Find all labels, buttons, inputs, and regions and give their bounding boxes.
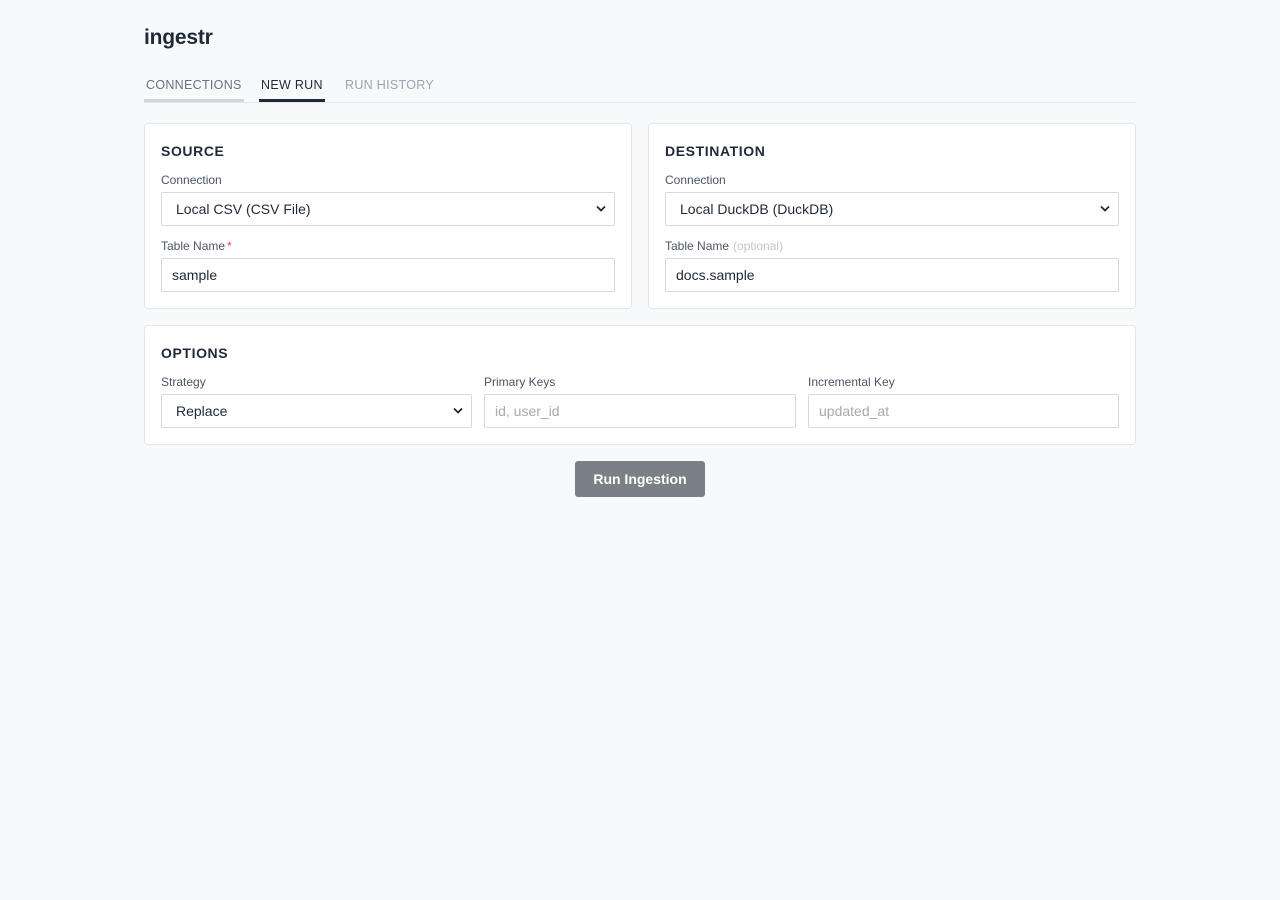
source-table-input[interactable]: sample [161,258,615,292]
tab-run-history[interactable]: RUN HISTORY [343,74,436,102]
source-connection-select[interactable]: Local CSV (CSV File) [161,192,615,226]
source-connection-label: Connection [161,173,222,187]
primary-keys-input[interactable]: id, user_id [484,394,796,428]
optional-hint: (optional) [733,239,784,253]
destination-connection-value: Local DuckDB (DuckDB) [680,201,834,217]
options-title: OPTIONS [161,345,229,361]
source-card: SOURCE Connection Local CSV (CSV File) T… [144,123,632,309]
incremental-key-label: Incremental Key [808,375,895,389]
destination-table-input[interactable]: docs.sample [665,258,1119,292]
source-title: SOURCE [161,143,225,159]
options-card: OPTIONS Strategy Replace Primary Keys id… [144,325,1136,445]
tab-new-run[interactable]: NEW RUN [259,74,325,102]
strategy-select[interactable]: Replace [161,394,472,428]
strategy-label: Strategy [161,375,206,389]
source-table-label: Table Name * [161,239,232,253]
destination-table-label-text: Table Name [665,239,730,253]
destination-connection-select[interactable]: Local DuckDB (DuckDB) [665,192,1119,226]
destination-title: DESTINATION [665,143,766,159]
tab-bar: CONNECTIONS NEW RUN RUN HISTORY [144,74,1136,103]
tab-connections[interactable]: CONNECTIONS [144,74,244,102]
chevron-down-icon [596,205,606,212]
destination-connection-label: Connection [665,173,726,187]
primary-keys-label: Primary Keys [484,375,556,389]
destination-table-label: Table Name (optional) [665,239,783,253]
run-ingestion-button[interactable]: Run Ingestion [575,461,705,497]
source-table-label-text: Table Name [161,239,226,253]
source-connection-value: Local CSV (CSV File) [176,201,311,217]
strategy-value: Replace [176,403,228,419]
required-marker: * [227,239,232,253]
destination-card: DESTINATION Connection Local DuckDB (Duc… [648,123,1136,309]
chevron-down-icon [1100,205,1110,212]
app-title: ingestr [144,26,213,49]
chevron-down-icon [453,407,463,414]
incremental-key-input[interactable]: updated_at [808,394,1119,428]
